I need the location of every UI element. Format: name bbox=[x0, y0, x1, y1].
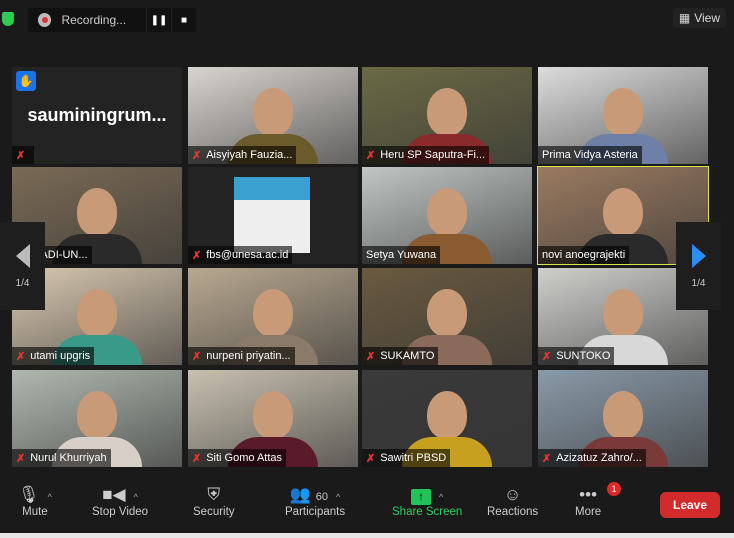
participant-name: Setya Yuwana bbox=[366, 249, 437, 261]
arrow-left-icon bbox=[15, 243, 30, 268]
participant-name-bar: novi anoegrajekti bbox=[538, 246, 630, 264]
share-screen-icon: ↑ bbox=[411, 489, 432, 505]
participant-tile[interactable]: ✗ Siti Gomo Attas bbox=[188, 370, 358, 467]
muted-mic-icon: ✗ bbox=[16, 149, 26, 162]
reactions-button[interactable]: ☺ Reactions bbox=[487, 484, 538, 518]
microphone-icon: 🎙 bbox=[18, 485, 40, 504]
chevron-up-icon[interactable]: ^ bbox=[439, 492, 443, 502]
participant-name-bar: ✗ SUNTOKO bbox=[538, 347, 615, 365]
arrow-right-icon bbox=[691, 243, 706, 268]
participant-tile[interactable]: Setya Yuwana bbox=[362, 167, 532, 264]
muted-mic-icon: ✗ bbox=[366, 452, 376, 465]
participant-tile[interactable]: ✗ Azizatuz Zahro/... bbox=[538, 370, 708, 467]
participant-name: Heru SP Saputra-Fi... bbox=[380, 149, 486, 161]
muted-mic-icon: ✗ bbox=[366, 149, 376, 162]
muted-mic-icon: ✗ bbox=[192, 149, 202, 162]
participant-name: SUKAMTO bbox=[380, 350, 435, 362]
participant-name: Sawitri PBSD bbox=[380, 452, 447, 464]
participant-name: Azizatuz Zahro/... bbox=[556, 452, 642, 464]
leave-button[interactable]: Leave bbox=[660, 492, 720, 518]
participant-tile[interactable]: ✗ SUKAMTO bbox=[362, 268, 532, 365]
participant-name-bar: ✗ Sawitri PBSD bbox=[362, 449, 451, 467]
participant-tile[interactable]: sauminingrum... ✋ ✗ bbox=[12, 67, 182, 164]
stop-icon[interactable]: ■ bbox=[171, 8, 196, 32]
participant-name-bar: ✗ Azizatuz Zahro/... bbox=[538, 449, 646, 467]
participant-name-bar: ✗ Aisyiyah Fauzia... bbox=[188, 146, 297, 164]
participant-name: novi anoegrajekti bbox=[542, 249, 626, 261]
participant-tile[interactable]: ✗ fbs@unesa.ac.id bbox=[188, 167, 358, 264]
participant-name-bar: ✗ nurpeni priyatin... bbox=[188, 347, 295, 365]
participant-name: Prima Vidya Asteria bbox=[542, 149, 638, 161]
grid-icon: ▦ bbox=[678, 11, 691, 25]
participant-tile[interactable]: ✗ nurpeni priyatin... bbox=[188, 268, 358, 365]
participant-name: Nurul Khurriyah bbox=[30, 452, 107, 464]
muted-mic-icon: ✗ bbox=[192, 452, 202, 465]
participant-tile[interactable]: ✗ Heru SP Saputra-Fi... bbox=[362, 67, 532, 164]
prev-page-button[interactable]: 1/4 bbox=[0, 222, 45, 310]
taskbar-strip bbox=[0, 533, 734, 538]
participant-name-bar: ✗ bbox=[12, 146, 35, 164]
view-button[interactable]: ▦ View bbox=[672, 8, 726, 28]
raised-hand-icon: ✋ bbox=[16, 71, 36, 91]
stop-video-button[interactable]: ■◀ ^ Stop Video bbox=[92, 484, 148, 518]
shield-icon: ⛨ bbox=[207, 485, 221, 504]
top-bar: Recording... ❚❚ ■ ▦ View bbox=[0, 0, 734, 40]
participant-name: nurpeni priyatin... bbox=[206, 350, 291, 362]
participant-tile[interactable]: ✗ Sawitri PBSD bbox=[362, 370, 532, 467]
participant-name: SUNTOKO bbox=[556, 350, 611, 362]
participant-name-bar: ✗ fbs@unesa.ac.id bbox=[188, 246, 293, 264]
ellipsis-icon: ••• bbox=[579, 485, 598, 504]
muted-mic-icon: ✗ bbox=[366, 350, 376, 363]
participant-name-bar: Prima Vidya Asteria bbox=[538, 146, 642, 164]
share-screen-button[interactable]: ↑ ^ Share Screen bbox=[392, 484, 462, 518]
smiley-plus-icon: ☺ bbox=[503, 485, 522, 504]
muted-mic-icon: ✗ bbox=[192, 350, 202, 363]
chevron-up-icon[interactable]: ^ bbox=[48, 492, 52, 502]
participant-name-large: sauminingrum... bbox=[27, 105, 167, 125]
participant-tile[interactable]: ✗ Aisyiyah Fauzia... bbox=[188, 67, 358, 164]
participants-button[interactable]: 👥 60 ^ Participants bbox=[285, 484, 345, 518]
participant-tile[interactable]: Prima Vidya Asteria bbox=[538, 67, 708, 164]
participant-name-bar: ✗ Heru SP Saputra-Fi... bbox=[362, 146, 490, 164]
recording-label: Recording... bbox=[61, 13, 127, 27]
participant-name: Siti Gomo Attas bbox=[206, 452, 283, 464]
notification-badge: 1 bbox=[607, 482, 621, 496]
pause-icon[interactable]: ❚❚ bbox=[145, 8, 171, 32]
participant-tile[interactable]: ✗ Nurul Khurriyah bbox=[12, 370, 182, 467]
muted-mic-icon: ✗ bbox=[16, 452, 26, 465]
video-camera-icon: ■◀ bbox=[102, 485, 126, 504]
muted-mic-icon: ✗ bbox=[16, 350, 26, 363]
participant-name-bar: Setya Yuwana bbox=[362, 246, 441, 264]
muted-mic-icon: ✗ bbox=[192, 249, 202, 262]
recording-indicator: Recording... ❚❚ ■ bbox=[28, 8, 196, 32]
participant-name: Aisyiyah Fauzia... bbox=[206, 149, 293, 161]
recording-icon bbox=[38, 13, 52, 27]
participant-name: utami upgris bbox=[30, 350, 91, 362]
muted-mic-icon: ✗ bbox=[542, 452, 552, 465]
encryption-shield-icon[interactable] bbox=[2, 12, 14, 26]
meeting-toolbar: 🎙 ^ Mute ■◀ ^ Stop Video ⛨ Security 👥 60 ^ Part… bbox=[0, 478, 734, 533]
muted-mic-icon: ✗ bbox=[542, 350, 552, 363]
participant-name-bar: ✗ Siti Gomo Attas bbox=[188, 449, 287, 467]
more-button[interactable]: ••• 1 More bbox=[575, 482, 621, 518]
participants-icon: 👥 bbox=[289, 485, 312, 504]
participant-name-bar: ✗ SUKAMTO bbox=[362, 347, 439, 365]
participant-name-bar: ✗ Nurul Khurriyah bbox=[12, 449, 111, 467]
security-button[interactable]: ⛨ Security bbox=[193, 484, 235, 518]
participant-name-bar: ✗ utami upgris bbox=[12, 347, 95, 365]
next-page-button[interactable]: 1/4 bbox=[676, 222, 721, 310]
chevron-up-icon[interactable]: ^ bbox=[336, 492, 340, 502]
participant-name: fbs@unesa.ac.id bbox=[206, 249, 289, 261]
chevron-up-icon[interactable]: ^ bbox=[134, 492, 138, 502]
mute-button[interactable]: 🎙 ^ Mute bbox=[18, 484, 52, 518]
